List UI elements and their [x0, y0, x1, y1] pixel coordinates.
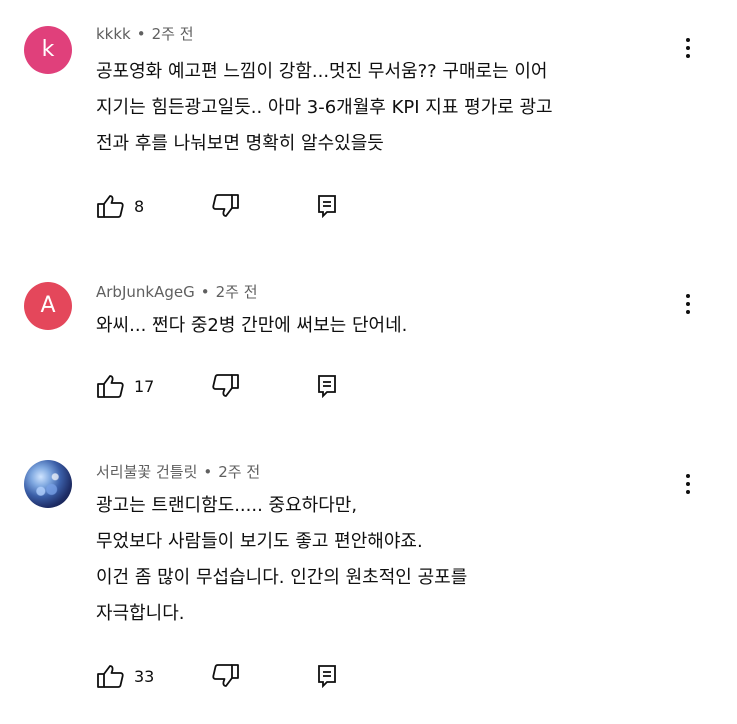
comment-author[interactable]: kkkk [96, 25, 131, 43]
avatar-letter: k [41, 37, 55, 62]
comment-actions: 17 [96, 370, 396, 402]
comment-line: 자극합니다. [96, 603, 185, 624]
comment-meta: kkkk • 2주 전 [96, 24, 194, 44]
avatar[interactable]: A [24, 282, 72, 330]
thumb-up-icon [97, 665, 124, 688]
thumb-up-icon [97, 195, 124, 218]
comment-line: 전과 후를 나눠보면 명확히 알수있을듯 [96, 133, 384, 154]
dislike-button[interactable] [210, 660, 240, 692]
meta-separator: • [200, 283, 210, 301]
comment-line: 이건 좀 많이 무섭습니다. 인간의 원초적인 공포를 [96, 567, 468, 588]
comment-item: 서리불꽃 건틀릿 • 2주 전 광고는 트랜디함도..... 중요하다만, 무었보다… [0, 460, 737, 710]
like-button[interactable]: 17 [96, 370, 154, 402]
like-count: 33 [134, 666, 155, 686]
like-count: 8 [134, 196, 145, 216]
comment-time[interactable]: 2주 전 [152, 25, 194, 43]
meta-separator: • [203, 463, 213, 481]
comment-actions: 33 [96, 660, 396, 692]
like-button[interactable]: 8 [96, 190, 144, 222]
dislike-button[interactable] [210, 190, 240, 222]
comment-author[interactable]: 서리불꽃 건틀릿 [96, 463, 197, 481]
meta-separator: • [136, 25, 146, 43]
comment-actions: 8 [96, 190, 396, 222]
thumb-down-icon [212, 374, 239, 397]
comment-item: k kkkk • 2주 전 공포영화 예고편 느낌이 강함...멋진 무서움?? 구… [0, 22, 737, 232]
like-count: 17 [134, 376, 155, 396]
comment-time[interactable]: 2주 전 [216, 283, 258, 301]
reply-button[interactable] [316, 190, 338, 222]
comment-text: 광고는 트랜디함도..... 중요하다만, 무었보다 사람들이 보기도 좋고 편… [96, 488, 696, 632]
comment-line: 공포영화 예고편 느낌이 강함...멋진 무서움?? 구매로는 이어 [96, 61, 548, 82]
comment-line: 지기는 힘든광고일듯.. 아마 3-6개월후 KPI 지표 평가로 광고 [96, 97, 553, 118]
reply-icon [318, 195, 336, 218]
comment-line: 광고는 트랜디함도..... 중요하다만, [96, 495, 358, 516]
like-button[interactable]: 33 [96, 660, 154, 692]
comment-author[interactable]: ArbJunkAgeG [96, 283, 195, 301]
comment-text: 와씨... 쩐다 중2병 간만에 써보는 단어네. [96, 308, 696, 344]
avatar[interactable]: k [24, 26, 72, 74]
reply-icon [318, 375, 336, 398]
thumb-up-icon [97, 375, 124, 398]
avatar[interactable] [24, 460, 72, 508]
comment-line: 와씨... 쩐다 중2병 간만에 써보는 단어네. [96, 315, 408, 336]
thumb-down-icon [212, 194, 239, 217]
comment-item: A ArbJunkAgeG • 2주 전 와씨... 쩐다 중2병 간만에 써보는 … [0, 280, 737, 420]
dislike-button[interactable] [210, 370, 240, 402]
comment-meta: ArbJunkAgeG • 2주 전 [96, 282, 258, 302]
comment-meta: 서리불꽃 건틀릿 • 2주 전 [96, 462, 260, 482]
thumb-down-icon [212, 664, 239, 687]
reply-button[interactable] [316, 660, 338, 692]
comment-text: 공포영화 예고편 느낌이 강함...멋진 무서움?? 구매로는 이어 지기는 힘… [96, 54, 696, 162]
reply-icon [318, 665, 336, 688]
reply-button[interactable] [316, 370, 338, 402]
avatar-letter: A [40, 293, 56, 318]
comment-time[interactable]: 2주 전 [218, 463, 260, 481]
comment-line: 무었보다 사람들이 보기도 좋고 편안해야죠. [96, 531, 423, 552]
